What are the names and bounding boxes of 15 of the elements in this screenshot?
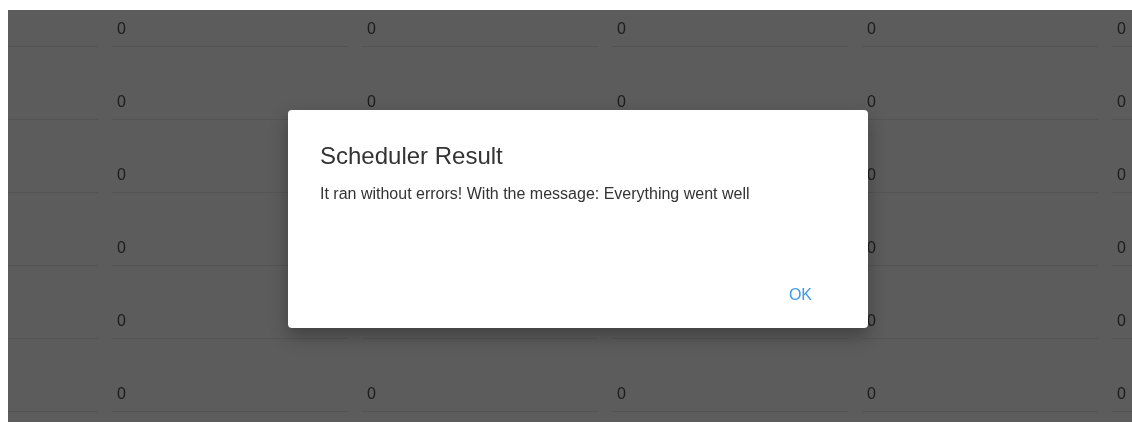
number-field[interactable]: 0	[112, 375, 348, 412]
number-field[interactable]: 0	[862, 375, 1098, 412]
number-field[interactable]: 0	[862, 10, 1098, 47]
number-field[interactable]: 0	[1112, 302, 1132, 339]
number-field[interactable]: 0	[612, 375, 848, 412]
number-field[interactable]: 0	[1112, 156, 1132, 193]
number-field[interactable]: 0	[1112, 375, 1132, 412]
number-field[interactable]: 0	[112, 10, 348, 47]
number-field[interactable]: 0	[362, 375, 598, 412]
number-field[interactable]: 0	[612, 10, 848, 47]
ok-button[interactable]: OK	[770, 278, 830, 312]
number-field[interactable]: 0	[362, 10, 598, 47]
number-field[interactable]: 0	[1112, 83, 1132, 120]
number-field[interactable]: 0	[1112, 10, 1132, 47]
number-field[interactable]: 0	[1112, 229, 1132, 266]
